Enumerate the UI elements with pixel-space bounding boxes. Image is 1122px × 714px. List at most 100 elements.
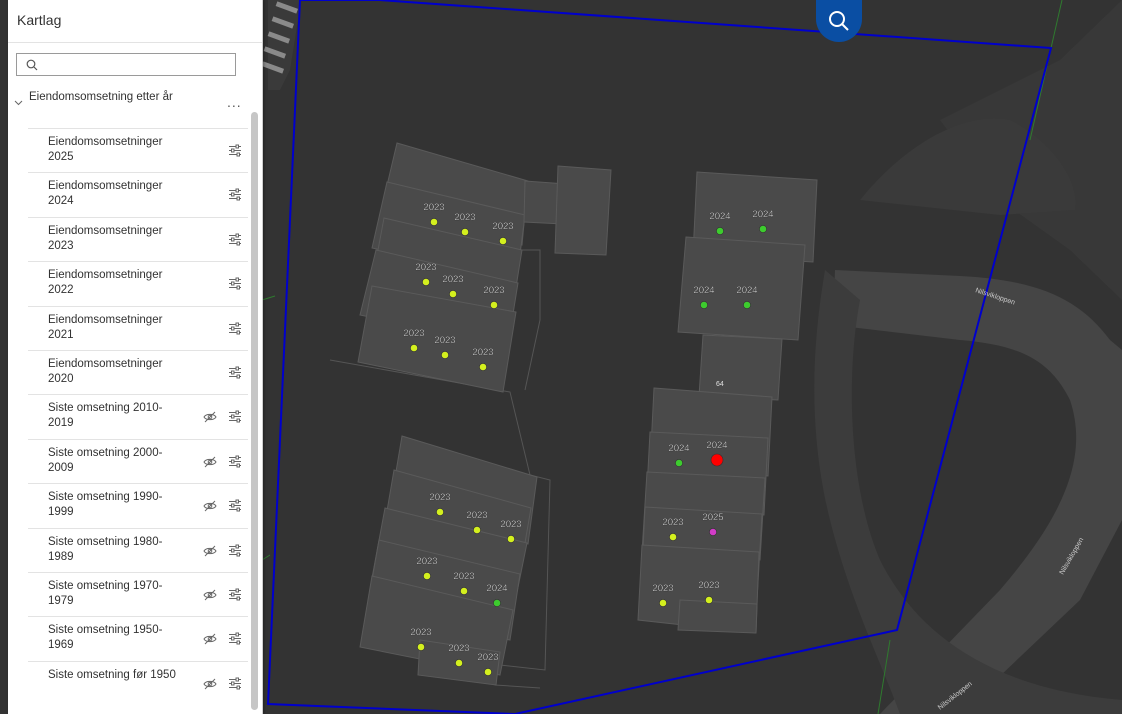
visibility-toggle[interactable] [203,410,217,428]
layer-settings-icon[interactable] [228,366,242,379]
eye-off-icon[interactable] [203,678,217,690]
sale-point[interactable] [441,351,449,359]
layer-settings-button[interactable] [228,632,242,650]
sale-year-label: 2024 [706,440,727,451]
sale-point[interactable] [422,278,430,286]
eye-off-icon[interactable] [203,545,217,557]
sale-point[interactable] [423,572,431,580]
layer-item[interactable]: Siste omsetning 2010-2019 [28,394,248,438]
layer-item[interactable]: Siste omsetning 1950-1969 [28,616,248,660]
more-options-button[interactable]: ... [227,94,242,110]
layer-settings-icon[interactable] [228,677,242,690]
sale-point[interactable] [490,301,498,309]
sale-point[interactable] [410,344,418,352]
layer-settings-button[interactable] [228,499,242,517]
layer-settings-button[interactable] [228,322,242,340]
eye-off-icon[interactable] [203,589,217,601]
eye-off-icon[interactable] [203,633,217,645]
sale-point[interactable] [709,528,717,536]
layer-settings-icon[interactable] [228,410,242,423]
layer-settings-icon[interactable] [228,277,242,290]
layer-settings-icon[interactable] [228,233,242,246]
layer-label: Eiendomsomsetninger 2025 [48,136,163,163]
layer-item[interactable]: Eiendomsomsetninger 2021 [28,305,248,350]
layer-settings-icon[interactable] [228,499,242,512]
layer-settings-button[interactable] [228,144,242,162]
visibility-toggle[interactable] [203,632,217,650]
layer-settings-button[interactable] [228,677,242,695]
layer-group[interactable]: Eiendomsomsetning etter år ... [8,88,256,128]
sale-point[interactable] [449,290,457,298]
sale-year-label: 2023 [477,652,498,663]
layer-settings-icon[interactable] [228,588,242,601]
layer-settings-icon[interactable] [228,455,242,468]
layer-settings-button[interactable] [228,455,242,473]
sale-point[interactable] [417,643,425,651]
sale-point[interactable] [473,526,481,534]
sale-point[interactable] [705,596,713,604]
layer-settings-button[interactable] [228,588,242,606]
house-number-label: 64 [716,381,724,388]
layer-settings-button[interactable] [228,366,242,384]
sale-year-label: 2023 [429,492,450,503]
sale-point[interactable] [675,459,683,467]
layer-list: Eiendomsomsetninger 2025 Eiendomsomsetnin… [28,128,248,705]
layer-settings-icon[interactable] [228,544,242,557]
visibility-toggle[interactable] [203,677,217,695]
sale-point[interactable] [700,301,708,309]
sale-point[interactable] [493,599,501,607]
layer-settings-button[interactable] [228,544,242,562]
sale-point[interactable] [461,228,469,236]
layer-panel: Kartlag Eiendomsomsetning etter år ... E… [8,0,263,714]
sale-point[interactable] [484,668,492,676]
layer-label: Siste omsetning 1980-1989 [48,535,163,563]
layer-settings-icon[interactable] [228,188,242,201]
visibility-toggle[interactable] [203,588,217,606]
sale-year-label: 2023 [448,643,469,654]
sale-point[interactable] [716,227,724,235]
sale-point[interactable] [499,237,507,245]
sale-point[interactable] [759,225,767,233]
sale-point[interactable] [743,301,751,309]
layer-settings-icon[interactable] [228,322,242,335]
layer-item[interactable]: Siste omsetning 1990-1999 [28,483,248,527]
eye-off-icon[interactable] [203,500,217,512]
layer-item[interactable]: Eiendomsomsetninger 2023 [28,216,248,261]
layer-item[interactable]: Siste omsetning 2000-2009 [28,438,248,483]
sale-year-label: 2023 [472,347,493,358]
layer-item[interactable]: Eiendomsomsetninger 2024 [28,172,248,216]
layer-item[interactable]: Siste omsetning 1970-1979 [28,571,248,616]
visibility-toggle[interactable] [203,544,217,562]
visibility-toggle[interactable] [203,455,217,473]
layer-settings-button[interactable] [228,410,242,428]
eye-off-icon[interactable] [203,456,217,468]
layer-item[interactable]: Siste omsetning 1980-1989 [28,527,248,572]
layer-settings-icon[interactable] [228,144,242,157]
sale-point[interactable] [460,587,468,595]
layer-settings-button[interactable] [228,233,242,251]
layer-settings-icon[interactable] [228,632,242,645]
layer-item[interactable]: Siste omsetning før 1950 [28,660,248,705]
visibility-toggle[interactable] [203,499,217,517]
sale-point[interactable] [455,659,463,667]
sale-point[interactable] [659,599,667,607]
sale-point[interactable] [430,218,438,226]
sale-year-label: 2023 [416,556,437,567]
sale-year-label: 2024 [668,443,689,454]
chevron-down-icon[interactable] [14,98,23,107]
layer-item[interactable]: Eiendomsomsetninger 2022 [28,261,248,305]
sale-point[interactable] [507,535,515,543]
layer-item[interactable]: Eiendomsomsetninger 2020 [28,349,248,394]
sale-year-label: 2023 [454,212,475,223]
sale-point[interactable] [479,363,487,371]
layer-settings-button[interactable] [228,277,242,295]
sale-point[interactable] [710,453,724,467]
layer-label: Eiendomsomsetninger 2021 [48,313,163,341]
sale-point[interactable] [436,508,444,516]
layer-item[interactable]: Eiendomsomsetninger 2025 [28,128,248,172]
layer-search-input[interactable] [16,53,236,76]
eye-off-icon[interactable] [203,411,217,423]
scrollbar[interactable] [251,112,258,710]
sale-point[interactable] [669,533,677,541]
layer-settings-button[interactable] [228,188,242,206]
